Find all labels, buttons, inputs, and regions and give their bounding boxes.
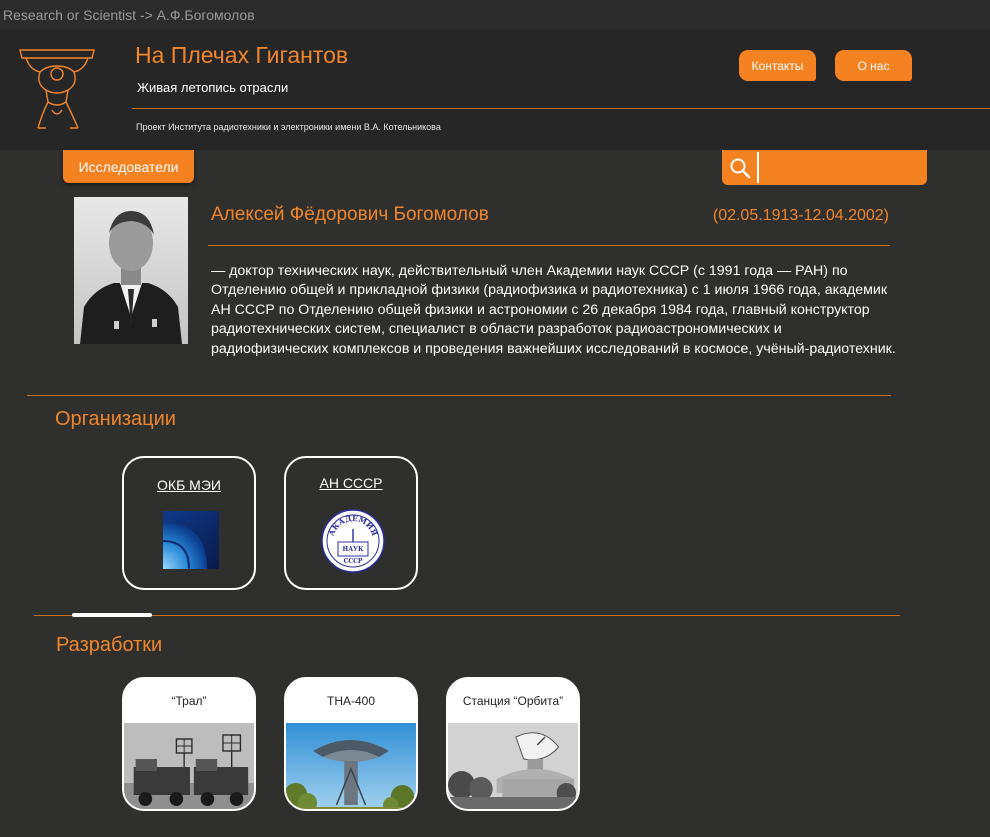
- development-label[interactable]: ТНА-400: [286, 679, 416, 723]
- development-card[interactable]: “Трал”: [122, 677, 256, 811]
- svg-text:НАУК: НАУК: [343, 546, 364, 553]
- contacts-button[interactable]: Контакты: [739, 50, 816, 81]
- organization-card[interactable]: ОКБ МЭИ: [122, 456, 256, 590]
- header-divider: [132, 108, 990, 109]
- development-label[interactable]: “Трал”: [124, 679, 254, 723]
- about-button[interactable]: О нас: [835, 50, 912, 81]
- svg-text:СССР: СССР: [344, 558, 363, 565]
- project-caption: Проект Института радиотехники и электрон…: [136, 122, 441, 132]
- site-subtitle: Живая летопись отрасли: [137, 80, 289, 95]
- organization-card[interactable]: АН СССР АКАДЕМИЯ НАУК СССР: [284, 456, 418, 590]
- name-divider: [208, 245, 890, 246]
- okb-mei-logo-icon: [163, 511, 219, 569]
- atlas-logo-icon[interactable]: [16, 44, 98, 132]
- orbita-station-photo: [448, 723, 578, 809]
- site-title[interactable]: На Плечах Гигантов: [135, 42, 348, 69]
- search-bar: [722, 150, 927, 185]
- tna-400-antenna-photo: [286, 723, 416, 809]
- researchers-button[interactable]: Исследователи: [63, 150, 194, 183]
- academy-of-sciences-seal-icon: АКАДЕМИЯ НАУК СССР: [321, 509, 385, 573]
- organizations-title: Организации: [55, 408, 176, 430]
- tral-station-photo: [124, 723, 254, 809]
- search-divider: [757, 152, 759, 183]
- person-bio: — доктор технических наук, действительны…: [211, 263, 896, 357]
- portrait-photo: [74, 197, 188, 344]
- development-card[interactable]: Станция “Орбита”: [446, 677, 580, 811]
- window-title: Research or Scientist -> А.Ф.Богомолов: [0, 0, 990, 30]
- search-icon: [730, 158, 750, 178]
- person-dates: (02.05.1913-12.04.2002): [712, 207, 889, 224]
- carousel-scroll-indicator[interactable]: [72, 613, 152, 617]
- search-button[interactable]: [722, 150, 757, 185]
- search-input[interactable]: [761, 152, 923, 182]
- organizations-divider: [34, 615, 900, 616]
- person-name: Алексей Фёдорович Богомолов: [211, 204, 489, 225]
- site-header: На Плечах Гигантов Живая летопись отрасл…: [0, 30, 990, 150]
- bio-divider: [27, 395, 891, 396]
- development-card[interactable]: ТНА-400: [284, 677, 418, 811]
- developments-title: Разработки: [56, 634, 163, 656]
- development-label[interactable]: Станция “Орбита”: [448, 679, 578, 723]
- organization-link[interactable]: ОКБ МЭИ: [124, 477, 254, 493]
- organization-link[interactable]: АН СССР: [286, 475, 416, 491]
